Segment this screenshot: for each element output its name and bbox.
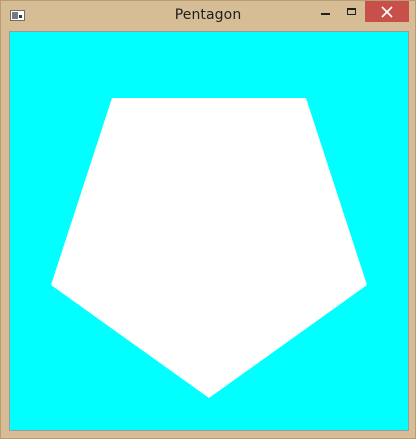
minimize-button[interactable]	[312, 1, 338, 21]
pentagon-shape	[51, 98, 367, 398]
maximize-icon	[347, 7, 356, 15]
close-icon	[381, 5, 393, 18]
drawing-canvas	[9, 31, 409, 431]
minimize-icon	[320, 13, 330, 15]
canvas-svg	[51, 98, 367, 398]
app-window: Pentagon	[0, 0, 416, 439]
title-bar[interactable]: Pentagon	[1, 1, 415, 31]
close-button[interactable]	[365, 1, 409, 22]
maximize-button[interactable]	[338, 1, 365, 21]
